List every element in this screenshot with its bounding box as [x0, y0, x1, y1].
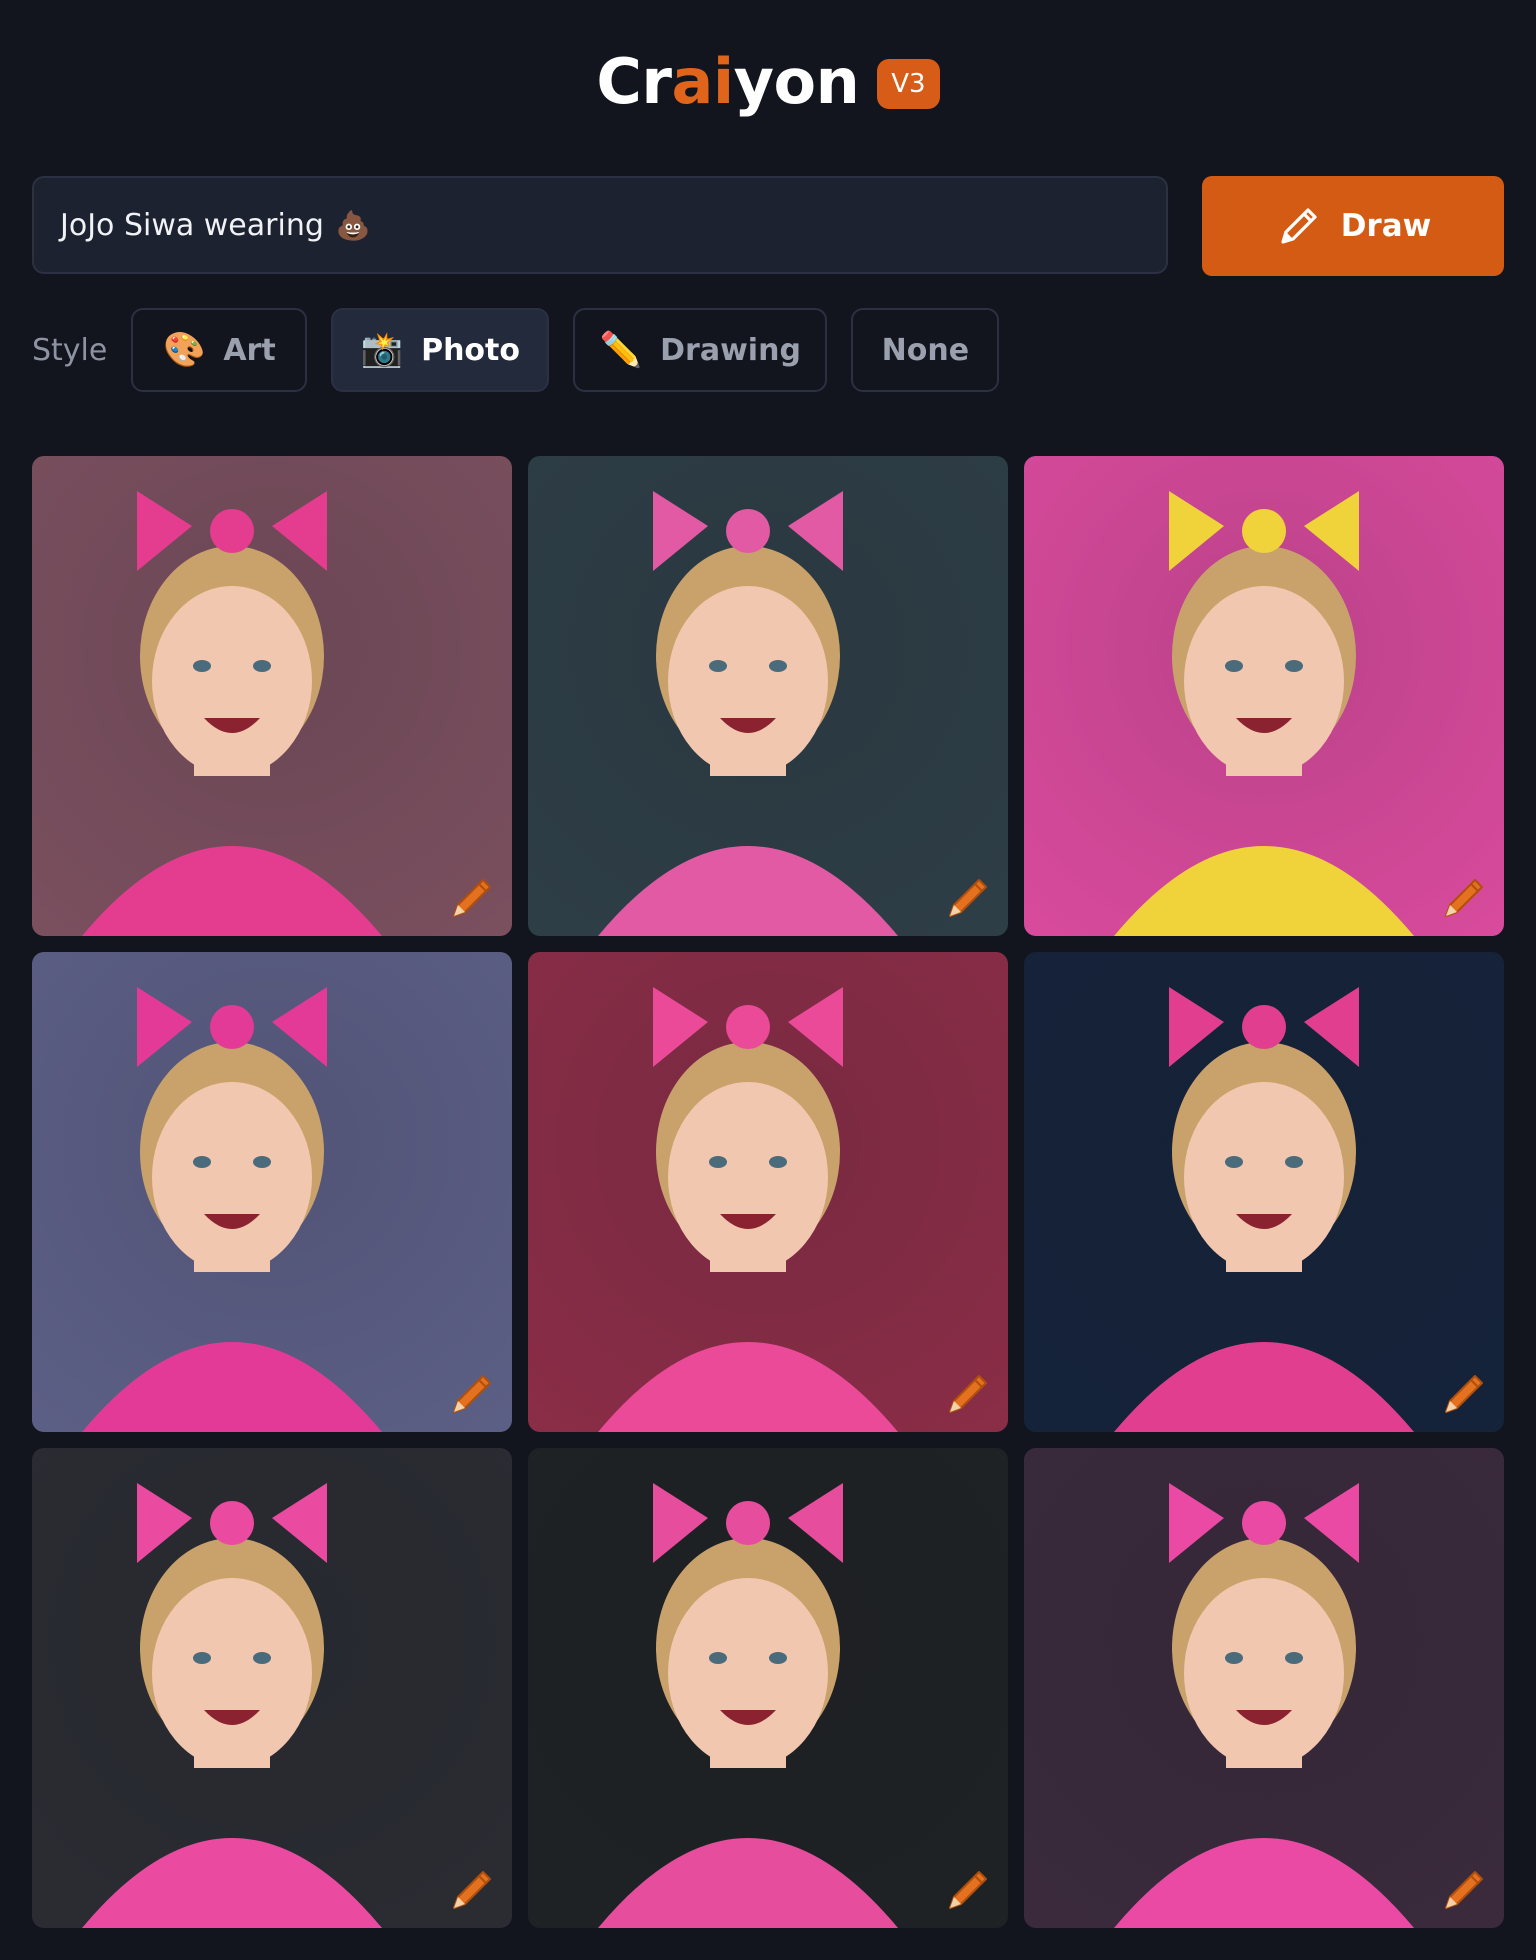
generated-image[interactable] [528, 952, 1008, 1432]
style-option-label: Photo [421, 332, 520, 368]
generated-image[interactable] [528, 1448, 1008, 1928]
prompt-input[interactable]: JoJo Siwa wearing 💩 [32, 176, 1168, 274]
generated-image-picture [32, 952, 512, 1432]
generated-image-picture [1024, 952, 1504, 1432]
generated-image[interactable] [32, 1448, 512, 1928]
version-badge: V3 [877, 59, 940, 109]
generated-image[interactable] [528, 456, 1008, 936]
style-option-art[interactable]: 🎨 Art [131, 308, 308, 392]
poop-emoji: 💩 [335, 208, 371, 242]
app-header: Craiyon V3 [0, 42, 1536, 122]
edit-pencil-icon[interactable] [1440, 872, 1490, 922]
edit-pencil-icon[interactable] [448, 1368, 498, 1418]
generated-image-picture [528, 456, 1008, 936]
craiyon-logo[interactable]: Craiyon [596, 51, 859, 113]
generated-image-picture [1024, 1448, 1504, 1928]
edit-pencil-icon[interactable] [448, 1864, 498, 1914]
generated-image[interactable] [1024, 952, 1504, 1432]
generated-image[interactable] [1024, 1448, 1504, 1928]
draw-button-label: Draw [1340, 208, 1432, 244]
generated-image[interactable] [32, 456, 512, 936]
draw-button[interactable]: Draw [1202, 176, 1504, 276]
style-option-none[interactable]: None [851, 308, 1000, 392]
edit-pencil-icon[interactable] [1440, 1864, 1490, 1914]
generated-image[interactable] [32, 952, 512, 1432]
style-option-drawing[interactable]: ✏️ Drawing [573, 308, 828, 392]
pencil-emoji-icon: ✏️ [599, 330, 643, 370]
pencil-icon [1281, 208, 1317, 244]
edit-pencil-icon[interactable] [944, 1368, 994, 1418]
generated-image-picture [528, 1448, 1008, 1928]
style-selector: Style 🎨 Art 📸 Photo ✏️ Drawing None [32, 308, 1023, 392]
edit-pencil-icon[interactable] [944, 1864, 994, 1914]
style-option-label: None [881, 332, 970, 368]
style-label: Style [32, 332, 108, 368]
generated-image[interactable] [1024, 456, 1504, 936]
generated-image-picture [1024, 456, 1504, 936]
generated-image-picture [32, 1448, 512, 1928]
generated-image-picture [528, 952, 1008, 1432]
style-option-label: Drawing [660, 332, 801, 368]
image-grid [32, 456, 1504, 1928]
generated-image-picture [32, 456, 512, 936]
style-option-label: Art [223, 332, 276, 368]
camera-flash-icon: 📸 [360, 330, 404, 370]
edit-pencil-icon[interactable] [944, 872, 994, 922]
prompt-text: JoJo Siwa wearing [60, 207, 324, 243]
edit-pencil-icon[interactable] [448, 872, 498, 922]
palette-icon: 🎨 [163, 330, 206, 370]
style-option-photo[interactable]: 📸 Photo [331, 308, 550, 392]
edit-pencil-icon[interactable] [1440, 1368, 1490, 1418]
